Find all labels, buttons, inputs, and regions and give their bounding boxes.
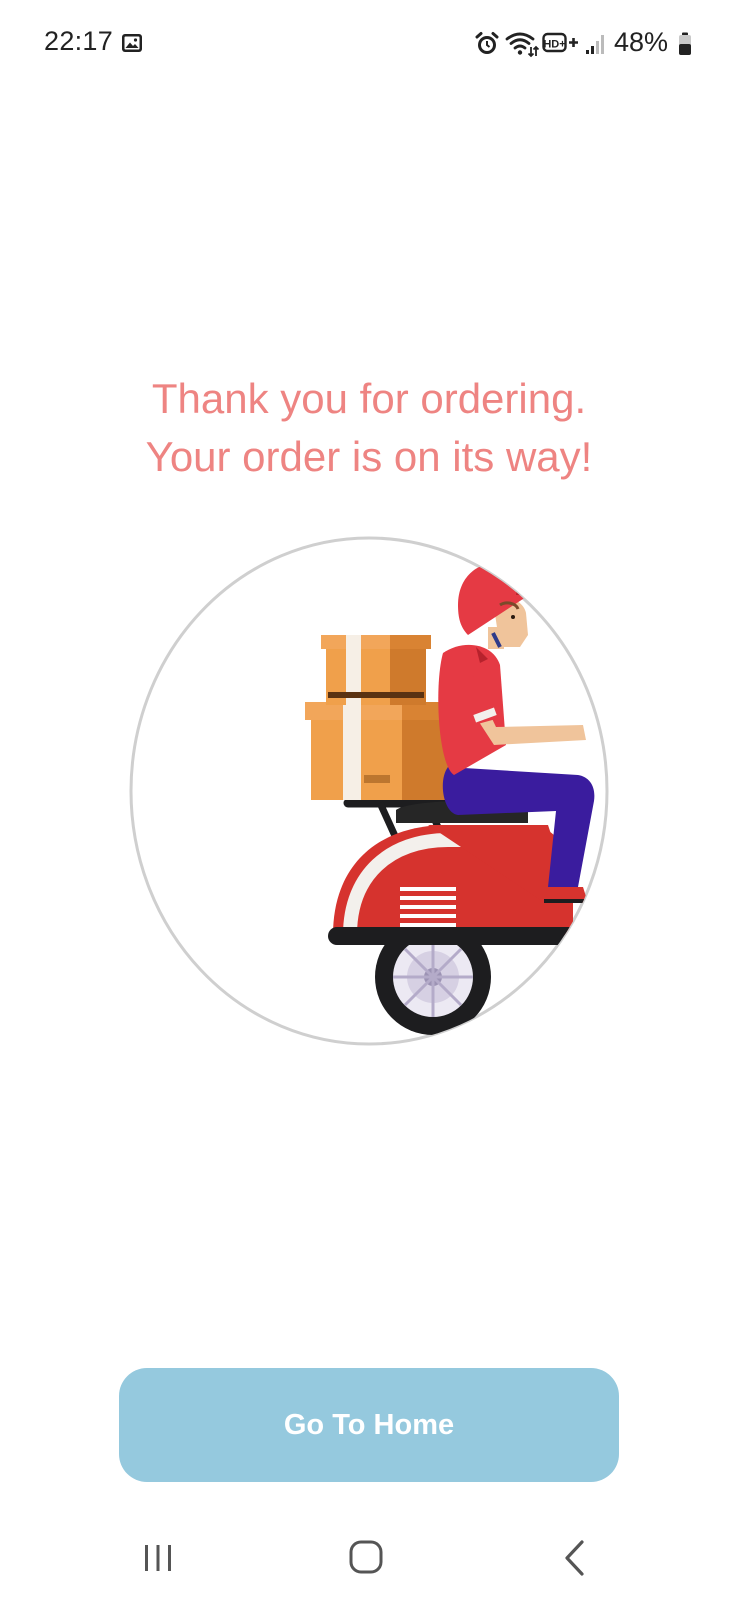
- hd-plus-icon: HD+: [542, 32, 578, 53]
- signal-icon: [586, 35, 604, 54]
- wifi-icon: [505, 32, 539, 58]
- delivery-scooter-illustration: [129, 536, 609, 1046]
- navigation-bar: [0, 1515, 738, 1600]
- battery-icon: [679, 32, 691, 55]
- go-to-home-button[interactable]: Go To Home: [119, 1368, 619, 1482]
- hd-label: HD+: [543, 39, 565, 51]
- alarm-icon: [475, 32, 499, 54]
- confirmation-line-1: Thank you for ordering.: [151, 375, 587, 422]
- gallery-icon: [122, 34, 142, 52]
- confirmation-line-2: Your order is on its way!: [145, 433, 593, 480]
- back-icon[interactable]: [560, 1539, 590, 1577]
- status-bar: 22:17 HD+ 48%: [0, 0, 738, 88]
- recents-icon[interactable]: [140, 1540, 176, 1576]
- status-time: 22:17: [44, 26, 114, 56]
- confirmation-message: Thank you for ordering. Your order is on…: [0, 370, 738, 486]
- battery-percent: 48%: [614, 27, 669, 57]
- home-icon[interactable]: [348, 1539, 384, 1575]
